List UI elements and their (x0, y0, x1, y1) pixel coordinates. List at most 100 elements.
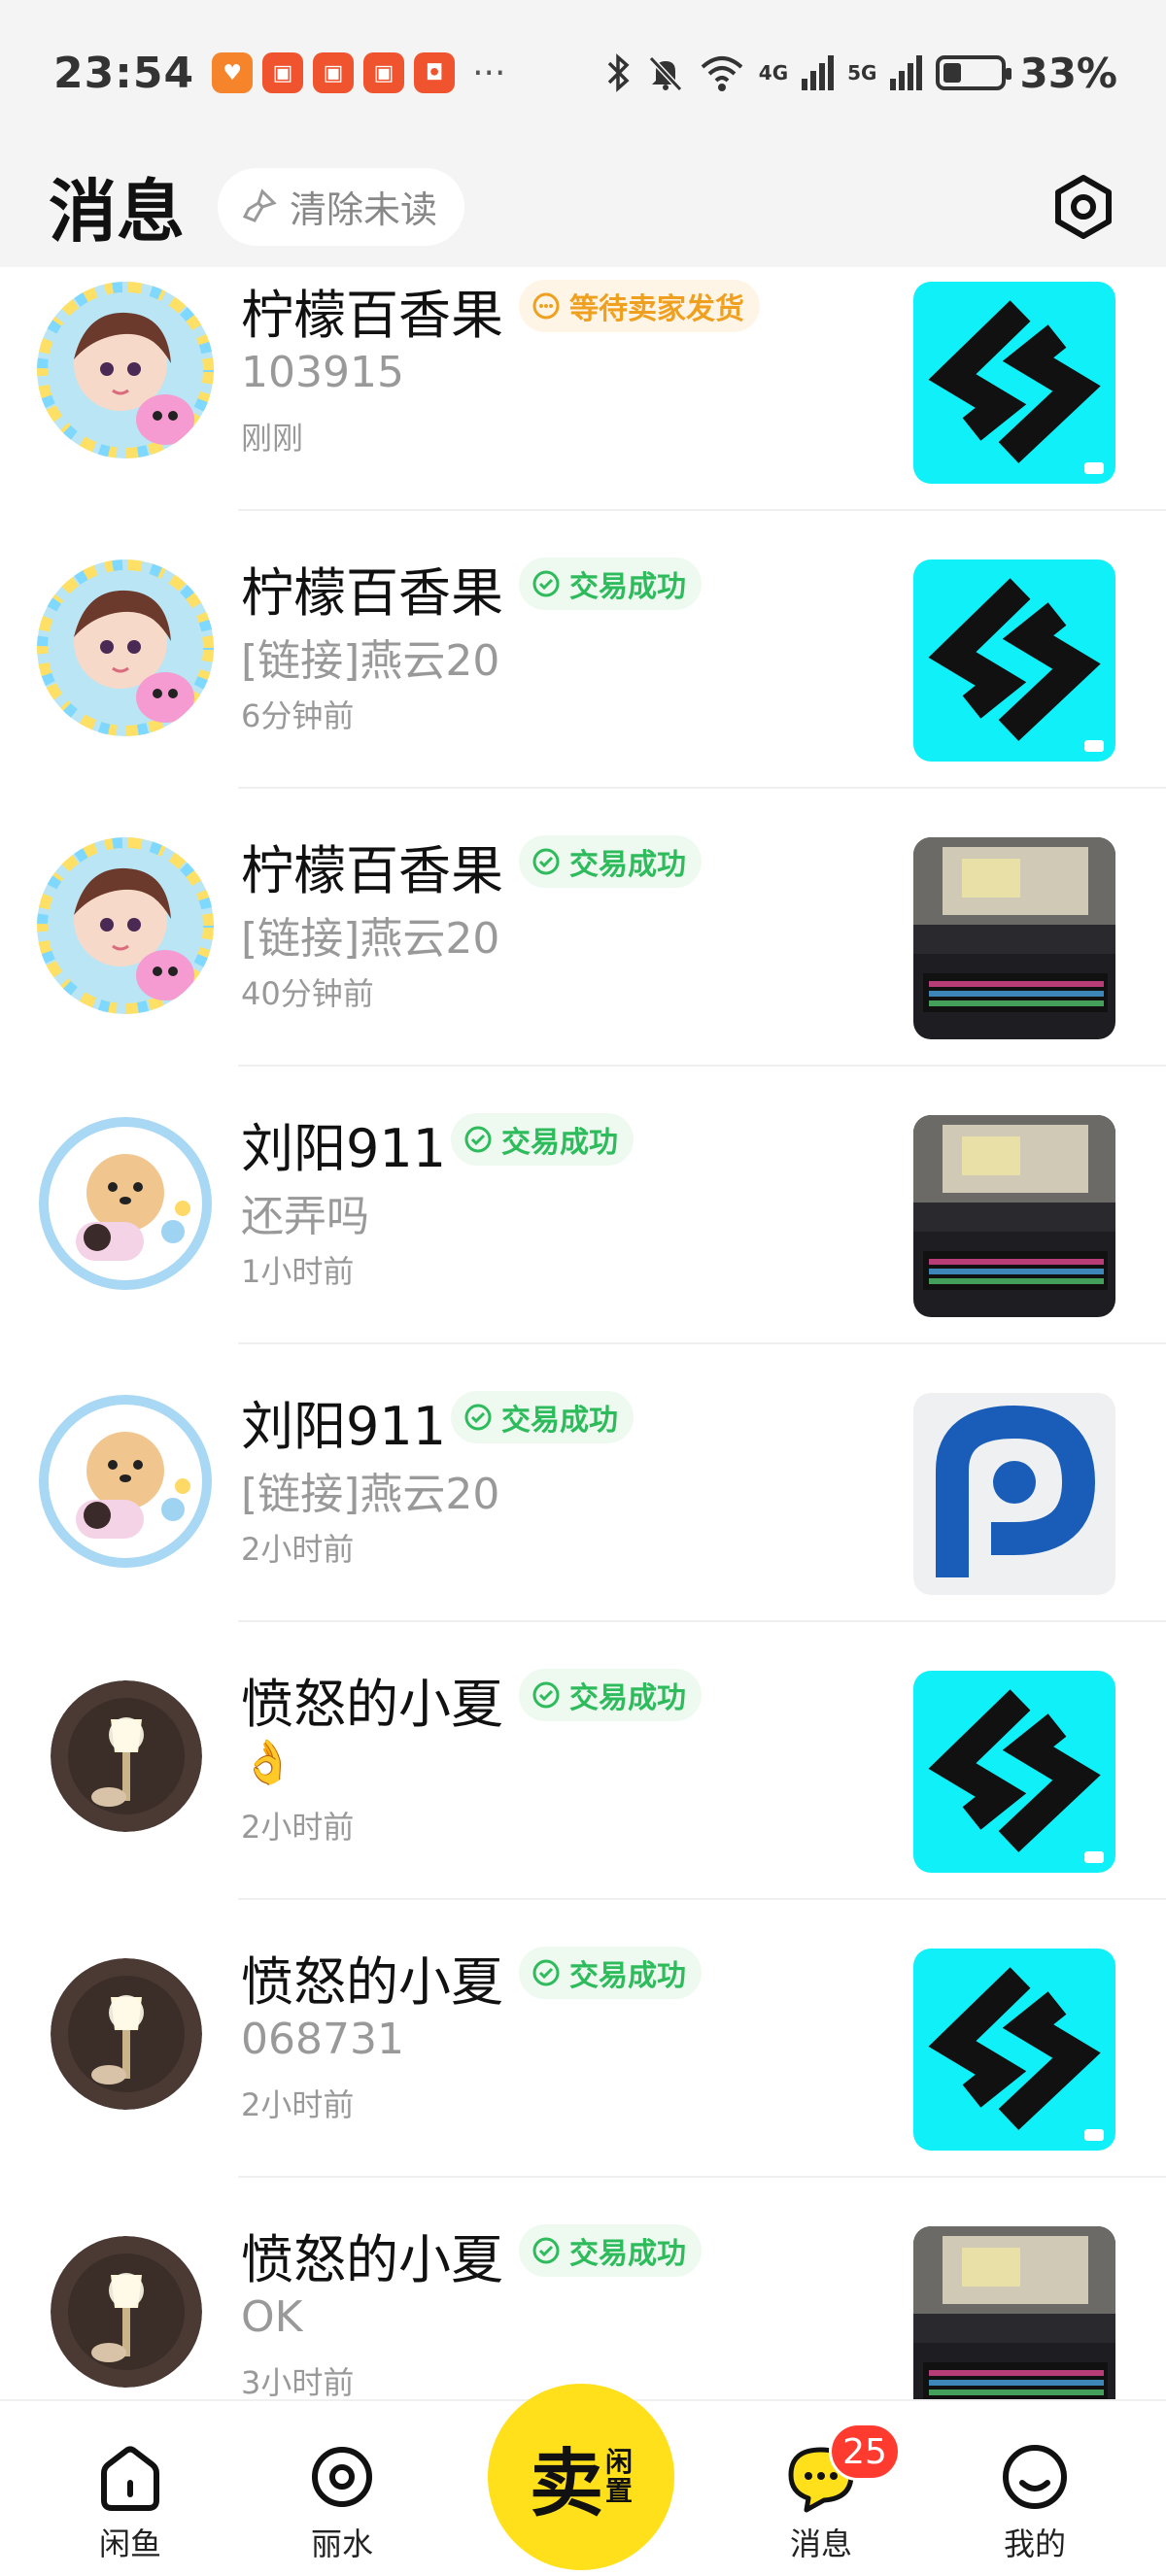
avatar[interactable] (51, 1680, 202, 1832)
check-circle-icon (464, 1126, 492, 1153)
clear-unread-button[interactable]: 清除未读 (218, 167, 465, 246)
app-notification-icon: ♥ (212, 52, 254, 93)
success-status-badge: 交易成功 (451, 1391, 634, 1443)
contact-name: 愤怒的小夏 (241, 2229, 503, 2290)
nav-item-lishui[interactable]: 丽水 (279, 2440, 405, 2564)
avatar[interactable] (37, 837, 214, 1014)
conversation-row[interactable]: 愤怒的小夏 交易成功 068731 2小时前 (0, 1900, 1166, 2178)
status-label: 交易成功 (501, 1404, 618, 1438)
conversation-row[interactable]: 愤怒的小夏 交易成功 👌 2小时前 (0, 1622, 1166, 1900)
contact-name: 柠檬百香果 (241, 285, 503, 346)
contact-name: 刘阳911 (241, 1396, 447, 1457)
pending-icon (532, 292, 560, 320)
success-status-badge: 交易成功 (519, 1947, 702, 1999)
mute-icon (648, 55, 682, 92)
conversation-row[interactable]: 柠檬百香果 交易成功 [链接]燕云20 6分钟前 (0, 511, 1166, 789)
conversation-row[interactable]: 刘阳911 交易成功 还弄吗 1小时前 (0, 1067, 1166, 1344)
status-label: 交易成功 (569, 2237, 686, 2271)
nav-item-xianyu[interactable]: 闲鱼 (67, 2440, 193, 2564)
more-notifications-icon: ··· (472, 52, 506, 93)
battery-icon (936, 55, 1012, 90)
message-time: 40分钟前 (241, 975, 374, 1012)
sell-label: 卖 (529, 2440, 603, 2526)
status-label: 交易成功 (501, 1126, 618, 1160)
sell-button[interactable]: 卖 闲 置 (488, 2384, 674, 2570)
contact-name: 愤怒的小夏 (241, 1951, 503, 2013)
item-thumbnail[interactable] (913, 1671, 1115, 1873)
avatar[interactable] (37, 559, 214, 736)
location-icon (312, 2447, 372, 2507)
sell-sub-char: 闲 (604, 2446, 633, 2478)
success-status-badge: 交易成功 (519, 558, 702, 610)
battery-level (943, 63, 962, 83)
check-circle-icon (532, 1959, 560, 1986)
success-status-badge: 交易成功 (451, 1113, 634, 1166)
status-label: 交易成功 (569, 1959, 686, 1993)
conversation-row[interactable]: 刘阳911 交易成功 [链接]燕云20 2小时前 (0, 1344, 1166, 1622)
nav-label: 闲鱼 (98, 2525, 161, 2562)
network-4g-label: 4G (758, 61, 789, 85)
message-preview: 103915 (241, 348, 404, 397)
check-circle-icon (532, 2237, 560, 2264)
home-icon (101, 2446, 159, 2511)
avatar[interactable] (37, 1115, 214, 1292)
success-status-badge: 交易成功 (519, 2224, 702, 2277)
status-label: 交易成功 (569, 570, 686, 604)
avatar[interactable] (51, 2236, 202, 2388)
message-preview: OK (241, 2292, 303, 2342)
avatar[interactable] (37, 282, 214, 458)
item-thumbnail[interactable] (913, 559, 1115, 762)
message-preview: [链接]燕云20 (241, 636, 500, 686)
pending-status-badge: 等待卖家发货 (519, 280, 760, 332)
nav-label: 消息 (789, 2525, 852, 2562)
bottom-nav: 闲鱼 丽水 卖 闲 置 消息 25 我的 (0, 2384, 1166, 2576)
settings-button[interactable] (1049, 173, 1117, 241)
conversation-row[interactable]: 柠檬百香果 交易成功 [链接]燕云20 40分钟前 (0, 789, 1166, 1067)
message-time: 6分钟前 (241, 697, 355, 734)
conversation-row[interactable]: 愤怒的小夏 交易成功 OK 3小时前 (0, 2178, 1166, 2399)
item-thumbnail[interactable] (913, 837, 1115, 1039)
status-label: 交易成功 (569, 848, 686, 882)
shopping-notification-icon: ◘ (414, 52, 456, 93)
contact-name: 愤怒的小夏 (241, 1674, 503, 1735)
system-status: 4G 5G 33% (605, 50, 1117, 97)
settings-icon (1055, 174, 1112, 239)
network-5g-label: 5G (847, 61, 877, 85)
check-circle-icon (532, 570, 560, 597)
message-preview: 还弄吗 (241, 1192, 369, 1241)
gift-notification-icon: ▣ (262, 52, 304, 93)
nav-label: 丽水 (310, 2525, 373, 2562)
page-title: 消息 (49, 172, 185, 252)
nav-item-profile[interactable]: 我的 (972, 2440, 1098, 2564)
item-thumbnail[interactable] (913, 1949, 1115, 2151)
message-time: 2小时前 (241, 2086, 355, 2123)
status-label: 等待卖家发货 (569, 292, 744, 326)
status-time: 23:54 (53, 48, 195, 98)
message-preview: [链接]燕云20 (241, 1470, 500, 1519)
status-bar: 23:54 ♥ ▣ ▣ ▣ ◘ ··· 4G 5G 33% (0, 0, 1166, 146)
bluetooth-icon (607, 53, 630, 92)
message-preview: [链接]燕云20 (241, 914, 500, 964)
avatar[interactable] (37, 1393, 214, 1570)
item-thumbnail[interactable] (913, 282, 1115, 484)
signal-strength-icon (802, 55, 835, 90)
message-preview: 👌 (241, 1738, 294, 1787)
message-time: 3小时前 (241, 2364, 355, 2399)
item-thumbnail[interactable] (913, 1115, 1115, 1317)
avatar[interactable] (51, 1958, 202, 2110)
item-thumbnail[interactable] (913, 2226, 1115, 2399)
check-circle-icon (464, 1404, 492, 1431)
message-time: 刚刚 (241, 420, 304, 457)
battery-percent: 33% (1019, 49, 1117, 97)
conversation-row[interactable]: 柠檬百香果 等待卖家发货 103915 刚刚 (0, 267, 1166, 511)
message-time: 2小时前 (241, 1531, 355, 1568)
message-time: 2小时前 (241, 1809, 355, 1846)
conversation-list[interactable]: 柠檬百香果 等待卖家发货 103915 刚刚 柠檬百香果 交易成功 [链接]燕云20 6分钟前… (0, 267, 1166, 2399)
item-thumbnail[interactable] (913, 1393, 1115, 1595)
gift-notification-icon: ▣ (313, 52, 355, 93)
status-label: 交易成功 (569, 1681, 686, 1715)
header: 消息 清除未读 (0, 146, 1166, 267)
unread-count-badge: 25 (829, 2423, 901, 2481)
wifi-icon (701, 56, 743, 91)
profile-icon (1003, 2445, 1067, 2509)
